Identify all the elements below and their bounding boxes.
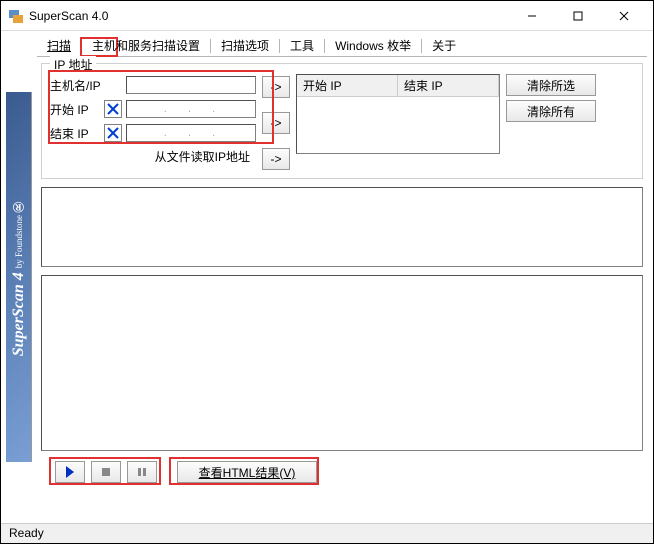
main-panel: 扫描 主机和服务扫描设置 扫描选项 工具 Windows 枚举 关于 IP 地址 (37, 31, 653, 523)
end-ip-input[interactable] (126, 124, 256, 142)
view-html-button[interactable]: 查看HTML结果(V) (177, 461, 317, 483)
app-window: SuperScan 4.0 SuperScan 4 by Foundstone®… (0, 0, 654, 544)
status-bar: Ready (1, 523, 653, 543)
clear-start-button[interactable] (104, 100, 122, 118)
start-ip-label: 开始 IP (50, 101, 104, 118)
tab-about[interactable]: 关于 (422, 34, 466, 58)
group-title: IP 地址 (50, 56, 96, 73)
pause-button[interactable] (127, 461, 157, 483)
stop-button[interactable] (91, 461, 121, 483)
titlebar: SuperScan 4.0 (1, 1, 653, 31)
tab-bar: 扫描 主机和服务扫描设置 扫描选项 工具 Windows 枚举 关于 (37, 35, 647, 57)
col-end-ip: 结束 IP (398, 75, 499, 97)
col-start-ip: 开始 IP (297, 75, 398, 97)
clear-all-button[interactable]: 清除所有 (506, 100, 596, 122)
window-title: SuperScan 4.0 (29, 9, 509, 23)
sidebar-banner: SuperScan 4 by Foundstone® (6, 92, 32, 462)
end-ip-label: 结束 IP (50, 125, 104, 142)
clear-selected-button[interactable]: 清除所选 (506, 74, 596, 96)
sidebar-product-text: SuperScan 4 by Foundstone® (10, 198, 28, 356)
body-area: SuperScan 4 by Foundstone® 扫描 主机和服务扫描设置 … (1, 31, 653, 523)
tab-scan-options[interactable]: 扫描选项 (211, 34, 279, 58)
add-range-button[interactable]: -> (262, 112, 290, 134)
bottom-controls: 查看HTML结果(V) (37, 455, 647, 489)
status-text: Ready (9, 526, 44, 540)
read-file-label: 从文件读取IP地址 (50, 148, 256, 165)
output-list-1[interactable] (41, 187, 643, 267)
hostname-input[interactable] (126, 76, 256, 94)
ip-address-group: IP 地址 主机名/IP 开始 IP (41, 63, 643, 179)
close-button[interactable] (601, 2, 647, 30)
hostname-label: 主机名/IP (50, 77, 104, 94)
maximize-button[interactable] (555, 2, 601, 30)
minimize-button[interactable] (509, 2, 555, 30)
ip-input-area: 主机名/IP 开始 IP 结束 IP (50, 74, 256, 170)
app-icon (7, 8, 23, 24)
tab-scan[interactable]: 扫描 (37, 34, 81, 58)
tab-windows-enum[interactable]: Windows 枚举 (325, 34, 421, 58)
clear-end-button[interactable] (104, 124, 122, 142)
play-button[interactable] (55, 461, 85, 483)
ip-range-table[interactable]: 开始 IP 结束 IP (296, 74, 500, 154)
start-ip-input[interactable] (126, 100, 256, 118)
add-host-button[interactable]: -> (262, 76, 290, 98)
tab-host-service[interactable]: 主机和服务扫描设置 (82, 34, 210, 58)
output-list-2[interactable] (41, 275, 643, 451)
add-file-button[interactable]: -> (262, 148, 290, 170)
tab-tools[interactable]: 工具 (280, 34, 324, 58)
sidebar: SuperScan 4 by Foundstone® (1, 31, 37, 523)
window-controls (509, 2, 647, 30)
